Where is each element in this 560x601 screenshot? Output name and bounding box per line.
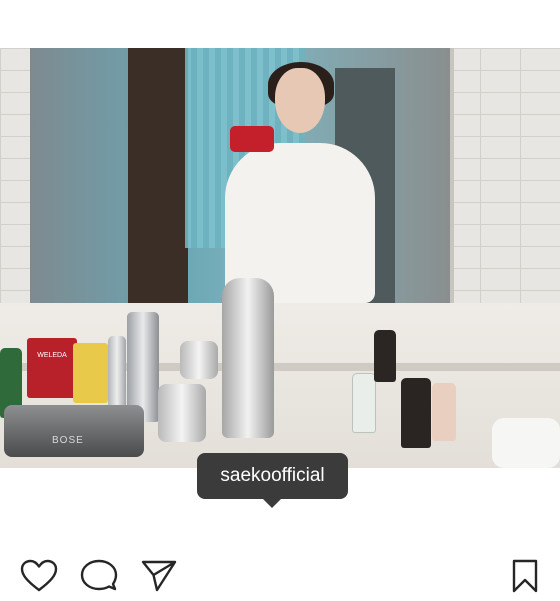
dark-bottle-small	[374, 330, 396, 382]
bookmark-icon	[512, 559, 538, 593]
silver-tube	[108, 336, 126, 411]
tooltip-arrow	[262, 498, 282, 508]
weleda-label: WELEDA	[37, 352, 67, 359]
comment-bubble-icon	[80, 559, 118, 591]
comment-button[interactable]	[79, 556, 119, 596]
cream-jar-bottom	[158, 384, 206, 442]
post-photo[interactable]: WELEDA BOSE	[0, 48, 560, 468]
red-phone	[230, 126, 274, 152]
user-tag-tooltip[interactable]: saekoofficial	[197, 453, 348, 499]
cream-jar-top	[180, 341, 218, 379]
heart-outline-icon	[20, 559, 58, 592]
user-tag-username[interactable]: saekoofficial	[220, 465, 324, 487]
dark-bottle-large	[401, 378, 431, 448]
weleda-box: WELEDA	[27, 338, 77, 398]
like-button[interactable]	[19, 556, 59, 596]
green-tube	[352, 373, 376, 433]
glass-dropper-bottle	[432, 383, 456, 441]
person-head	[275, 68, 325, 133]
speaker-label: BOSE	[52, 435, 84, 446]
yellow-box	[73, 343, 108, 403]
bluetooth-speaker: BOSE	[4, 405, 144, 457]
save-button[interactable]	[505, 556, 545, 596]
bathroom-mirror	[30, 48, 454, 303]
post-action-bar	[0, 552, 560, 596]
faucet	[222, 278, 274, 438]
share-button[interactable]	[139, 556, 179, 596]
white-round-container	[492, 418, 560, 468]
paper-plane-icon	[141, 560, 177, 592]
mirror-door	[128, 48, 188, 303]
